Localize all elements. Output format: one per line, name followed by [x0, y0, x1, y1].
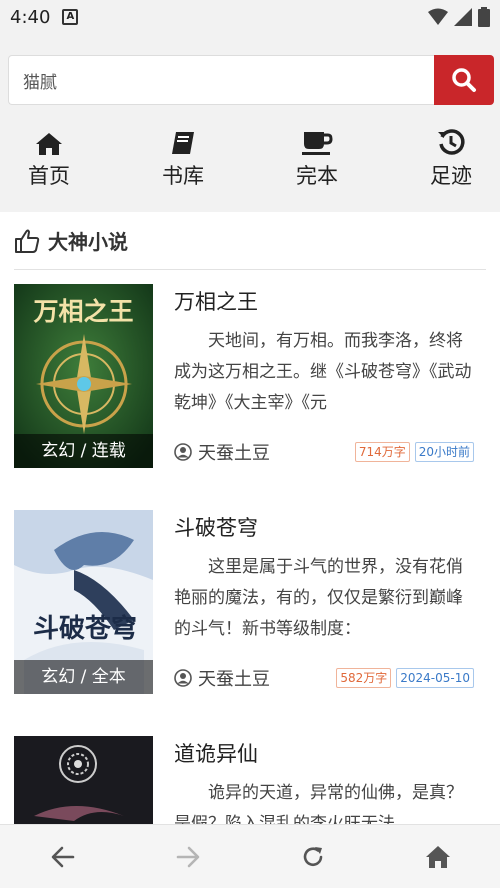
- book-description: 诡异的天道，异常的仙佛，是真？是假？陷入混乱的李火旺无法: [174, 783, 463, 824]
- book-meta: 天蚕土豆 582万字 2024-05-10: [174, 666, 474, 690]
- book-cover-art: [14, 736, 153, 824]
- back-button[interactable]: [33, 832, 93, 882]
- bottom-toolbar: [0, 824, 500, 888]
- book-cover-title: 斗破苍穹: [32, 614, 137, 644]
- book-title[interactable]: 万相之王: [174, 286, 258, 316]
- book-title[interactable]: 道诡异仙: [174, 738, 258, 768]
- book-description: 天地间，有万相。而我李洛，终将成为这万相之王。继《斗破苍穹》《武动乾坤》《大主宰…: [174, 331, 472, 413]
- update-time-badge: 20小时前: [414, 442, 474, 462]
- update-time-badge: 2024-05-10: [396, 668, 474, 688]
- nav-library[interactable]: 书库: [148, 126, 218, 212]
- user-icon: [174, 669, 192, 687]
- book-item[interactable]: 万相之王 玄幻 / 连载 万相之王 天地间，有万相。而我李洛，终将成为这万相之王…: [14, 284, 486, 468]
- book-list-panel: 大神小说 万相之王 玄幻 / 连载 万相之王 天地间，有万相。而我李洛，终将成为…: [0, 212, 500, 824]
- search-input[interactable]: [8, 55, 434, 105]
- main-nav: 首页 书库 完本 足迹: [0, 126, 500, 212]
- word-count-badge: 582万字: [336, 668, 392, 688]
- forward-button[interactable]: [158, 832, 218, 882]
- notification-icon: A: [62, 9, 79, 25]
- arrow-right-icon: [176, 846, 199, 867]
- nav-home-label: 首页: [28, 164, 70, 188]
- status-time: 4:40: [10, 6, 51, 28]
- wifi-icon: [428, 8, 448, 25]
- search-button[interactable]: [434, 55, 494, 105]
- book-author[interactable]: 天蚕土豆: [174, 665, 270, 691]
- word-count-badge: 714万字: [354, 442, 410, 462]
- user-icon: [174, 443, 192, 461]
- status-bar: 4:40 A: [0, 0, 500, 34]
- refresh-icon: [303, 846, 322, 866]
- search-bar: [8, 55, 494, 105]
- book-cover[interactable]: [14, 736, 153, 824]
- search-icon: [452, 68, 476, 92]
- book-author-name: 天蚕土豆: [198, 669, 270, 690]
- book-genre-tag: 玄幻 / 全本: [14, 660, 153, 694]
- book-cover-title: 万相之王: [33, 297, 134, 326]
- home-icon: [36, 133, 62, 155]
- nav-library-label: 书库: [162, 164, 204, 188]
- nav-home[interactable]: 首页: [14, 126, 84, 212]
- nav-history[interactable]: 足迹: [416, 126, 486, 212]
- book-author[interactable]: 天蚕土豆: [174, 439, 270, 465]
- refresh-button[interactable]: [283, 832, 343, 882]
- thumbs-up-icon: [15, 229, 40, 253]
- section-header: 大神小说: [14, 212, 486, 270]
- history-icon: [438, 129, 465, 155]
- book-cover[interactable]: 斗破苍穹 玄幻 / 全本: [14, 510, 153, 694]
- book-icon: [172, 132, 194, 154]
- book-meta: 天蚕土豆 714万字 20小时前: [174, 440, 474, 464]
- nav-finished[interactable]: 完本: [282, 126, 352, 212]
- book-cover[interactable]: 万相之王 玄幻 / 连载: [14, 284, 153, 468]
- book-description: 这里是属于斗气的世界，没有花俏艳丽的魔法，有的，仅仅是繁衍到巅峰的斗气！新书等级…: [174, 557, 463, 639]
- nav-history-label: 足迹: [430, 164, 472, 188]
- arrow-left-icon: [51, 846, 74, 867]
- book-author-name: 天蚕土豆: [198, 443, 270, 464]
- home-button[interactable]: [408, 832, 468, 882]
- book-item[interactable]: 道诡异仙 诡异的天道，异常的仙佛，是真？是假？陷入混乱的李火旺无法: [14, 736, 486, 824]
- book-item[interactable]: 斗破苍穹 玄幻 / 全本 斗破苍穹 这里是属于斗气的世界，没有花俏艳丽的魔法，有…: [14, 510, 486, 694]
- book-title[interactable]: 斗破苍穹: [174, 512, 258, 542]
- home-icon: [425, 845, 450, 868]
- battery-icon: [478, 7, 490, 27]
- book-genre-tag: 玄幻 / 连载: [14, 434, 153, 468]
- signal-icon: [454, 8, 472, 26]
- section-title: 大神小说: [48, 230, 128, 254]
- coffee-cup-icon: [302, 132, 333, 155]
- nav-finished-label: 完本: [296, 164, 338, 188]
